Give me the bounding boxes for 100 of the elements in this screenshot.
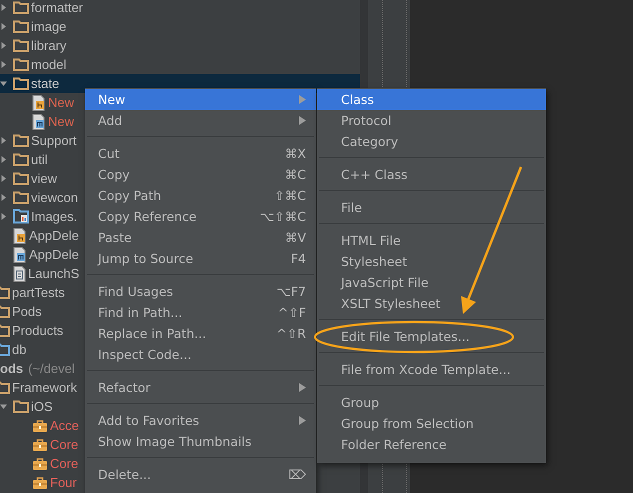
menu-item[interactable]: Paste ⌘V [85, 227, 316, 248]
collapsed-arrow-icon[interactable] [0, 213, 7, 220]
tree-item-label[interactable]: Images. [31, 209, 78, 224]
image-folder-icon [13, 209, 29, 224]
expanded-arrow-icon[interactable] [0, 403, 7, 410]
menu-item[interactable]: Edit File Templates... [317, 326, 546, 347]
menu-item[interactable]: Show Image Thumbnails [85, 431, 316, 452]
menu-item-label: File from Xcode Template... [341, 362, 512, 377]
menu-item[interactable]: Copy ⌘C [85, 164, 316, 185]
shortcut-label: ⌘C [284, 167, 306, 182]
tree-item-label[interactable]: Acce [50, 418, 79, 433]
folder-icon [13, 134, 29, 147]
menu-item-label: Class [341, 92, 375, 107]
menu-item[interactable]: Add to Favorites [85, 410, 316, 431]
menu-item[interactable]: Group [317, 392, 546, 413]
tree-item-label[interactable]: state [31, 76, 60, 91]
tree-item-label[interactable]: LaunchS [28, 266, 80, 281]
menu-item[interactable]: Refactor [85, 377, 316, 398]
menu-item-label: Add to Favorites [98, 413, 200, 428]
menu-item-label: Add [98, 113, 124, 128]
shortcut-label: ⌘V [284, 230, 306, 245]
tree-item-label[interactable]: view [31, 171, 58, 186]
source-file-icon [32, 114, 46, 130]
menu-item[interactable]: Class [317, 89, 546, 110]
folder-icon [13, 153, 29, 166]
menu-item[interactable]: Category [317, 131, 546, 152]
tree-item-label[interactable]: New [48, 95, 74, 110]
collapsed-arrow-icon[interactable] [0, 175, 7, 182]
menu-item-label: File [341, 200, 363, 215]
tree-item-label[interactable]: Four [50, 475, 77, 490]
menu-item[interactable]: Jump to Source F4 [85, 248, 316, 269]
menu-item[interactable]: File [317, 197, 546, 218]
menu-item[interactable]: Replace in Path... ^⇧R [85, 323, 316, 344]
shortcut-label: ^⇧F [278, 305, 306, 320]
menu-item-label: Delete... [98, 467, 152, 482]
menu-item[interactable]: Protocol [317, 110, 546, 131]
menu-item[interactable]: Find Usages ⌥F7 [85, 281, 316, 302]
menu-item[interactable]: Copy Path ⇧⌘C [85, 185, 316, 206]
collapsed-arrow-icon[interactable] [0, 23, 7, 30]
menu-item-label: Cut [98, 146, 121, 161]
menu-item-label: Protocol [341, 113, 392, 128]
menu-item-label: Jump to Source [98, 251, 194, 266]
tree-item-label[interactable]: library [31, 38, 66, 53]
menu-item-label: Find in Path... [98, 305, 184, 320]
tree-item-label[interactable]: util [31, 152, 48, 167]
menu-item[interactable]: Stylesheet [317, 251, 546, 272]
menu-item[interactable]: Add [85, 110, 316, 131]
menu-item[interactable]: File from Xcode Template... [317, 359, 546, 380]
tree-item-label[interactable]: model [31, 57, 66, 72]
collapsed-arrow-icon[interactable] [0, 61, 7, 68]
menu-item[interactable]: New [85, 89, 316, 110]
tree-item-label[interactable]: partTests [12, 285, 65, 300]
tree-item-label[interactable]: Support [31, 133, 77, 148]
tree-item-label[interactable]: AppDele [29, 247, 79, 262]
tree-item-label[interactable]: ods [0, 361, 24, 376]
tree-item-label[interactable]: New [48, 114, 74, 129]
collapsed-arrow-icon[interactable] [0, 42, 7, 49]
menu-item-label: Group from Selection [341, 416, 475, 431]
tree-item-label[interactable]: image [31, 19, 66, 34]
folder-icon [13, 77, 29, 90]
menu-item[interactable]: Cut ⌘X [85, 143, 316, 164]
header-file-icon [13, 228, 27, 244]
tree-item-label[interactable]: Pods [12, 304, 42, 319]
shortcut-label: ⇧⌘C [274, 188, 306, 203]
collapsed-arrow-icon[interactable] [0, 137, 7, 144]
menu-item[interactable]: JavaScript File [317, 272, 546, 293]
menu-item[interactable]: Folder Reference [317, 434, 546, 455]
expanded-arrow-icon[interactable] [0, 80, 7, 87]
menu-item[interactable]: XSLT Stylesheet [317, 293, 546, 314]
tree-item-label[interactable]: viewcon [31, 190, 78, 205]
menu-item-label: JavaScript File [341, 275, 430, 290]
menu-item-label: HTML File [341, 233, 402, 248]
tree-item-label[interactable]: db [12, 342, 26, 357]
menu-item[interactable]: Copy Reference ⌥⇧⌘C [85, 206, 316, 227]
tree-item-label[interactable]: formatter [31, 0, 84, 15]
menu-item[interactable]: Group from Selection [317, 413, 546, 434]
tree-item-label[interactable]: iOS [31, 399, 53, 414]
menu-item[interactable]: C++ Class [317, 164, 546, 185]
shortcut-label: ⌘X [284, 146, 306, 161]
collapsed-arrow-icon[interactable] [0, 194, 7, 201]
shortcut-label: ⌦ [288, 467, 306, 482]
menu-item-label: Category [341, 134, 400, 149]
folder-icon [13, 400, 29, 413]
menu-item[interactable]: Find in Path... ^⇧F [85, 302, 316, 323]
menu-item-label: Replace in Path... [98, 326, 208, 341]
collapsed-arrow-icon[interactable] [0, 4, 7, 11]
tree-item-label[interactable]: Core [50, 456, 78, 471]
menu-item-label: Folder Reference [341, 437, 448, 452]
collapsed-arrow-icon[interactable] [0, 156, 7, 163]
tree-item-label[interactable]: Core [50, 437, 78, 452]
menu-item-label: Copy Reference [98, 209, 198, 224]
tree-item-label[interactable]: AppDele [29, 228, 79, 243]
menu-item[interactable]: Inspect Code... [85, 344, 316, 365]
folder-icon [13, 20, 29, 33]
menu-item[interactable]: Delete... ⌦ [85, 464, 316, 485]
menu-item-label: Paste [98, 230, 133, 245]
menu-item[interactable]: HTML File [317, 230, 546, 251]
tree-item-label[interactable]: Framework [12, 380, 78, 395]
menu-item-label: Refactor [98, 380, 152, 395]
tree-item-label[interactable]: Products [12, 323, 64, 338]
